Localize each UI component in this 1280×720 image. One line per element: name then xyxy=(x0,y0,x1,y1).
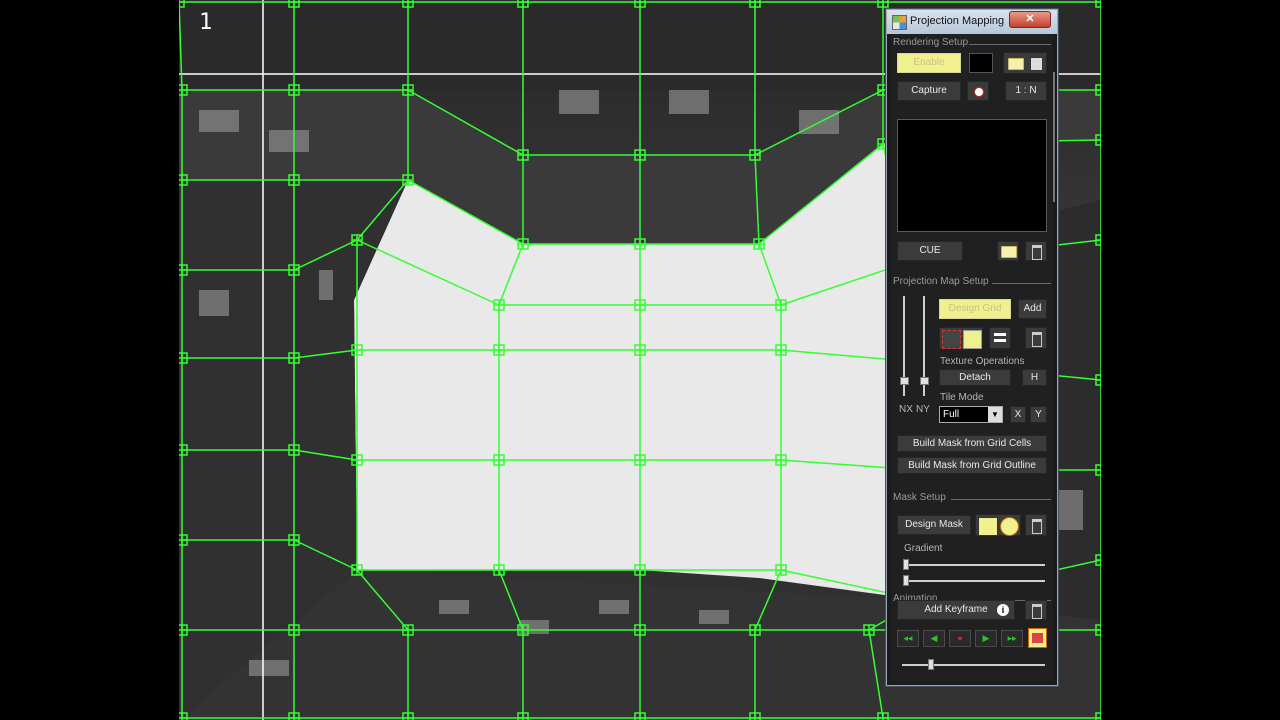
mask-delete-button[interactable] xyxy=(1025,514,1047,536)
tile-mode-value: Full xyxy=(943,409,960,420)
cue-delete-button[interactable] xyxy=(1025,241,1047,261)
build-mask-outline-button[interactable]: Build Mask from Grid Outline xyxy=(897,457,1047,474)
ny-slider-knob[interactable] xyxy=(920,377,929,385)
info-icon: i xyxy=(997,604,1009,616)
texture-ops-label: Texture Operations xyxy=(940,356,1025,367)
node-move-icon[interactable] xyxy=(963,330,982,349)
capture-button[interactable]: Capture xyxy=(897,81,961,101)
design-grid-button[interactable]: Design Grid xyxy=(939,299,1011,319)
record-button[interactable] xyxy=(967,81,989,101)
grid-equalize-button[interactable] xyxy=(989,327,1011,349)
panel-scrollbar[interactable] xyxy=(1053,72,1055,202)
record-keyframe-button[interactable]: ● xyxy=(949,630,971,647)
fast-forward-button[interactable]: ▸▸ xyxy=(1001,630,1023,647)
close-button[interactable]: ✕ xyxy=(1009,11,1051,28)
folder-icon xyxy=(1001,246,1017,258)
grid-delete-button[interactable] xyxy=(1025,327,1047,349)
section-divider xyxy=(992,283,1051,284)
folder-icon[interactable] xyxy=(1008,58,1024,70)
ny-label: NY xyxy=(916,404,930,415)
build-mask-cells-button[interactable]: Build Mask from Grid Cells xyxy=(897,435,1047,452)
loop-toggle[interactable] xyxy=(1028,628,1047,648)
add-grid-button[interactable]: Add xyxy=(1018,299,1047,319)
chevron-down-icon[interactable]: ▼ xyxy=(988,407,1002,422)
trash-icon xyxy=(1032,332,1042,347)
step-back-button[interactable]: ◀ xyxy=(923,630,945,647)
panel-body: Rendering Setup Enable Capture 1 : N CUE… xyxy=(891,34,1055,682)
enable-button[interactable]: Enable xyxy=(897,53,961,73)
rewind-button[interactable]: ◂◂ xyxy=(897,630,919,647)
gradient-slider-2[interactable] xyxy=(905,580,1045,582)
tile-mode-label: Tile Mode xyxy=(940,392,984,403)
trash-icon xyxy=(1032,245,1042,260)
detach-button[interactable]: Detach xyxy=(939,369,1011,386)
file-tools xyxy=(1003,52,1047,74)
node-select-icon[interactable] xyxy=(942,330,961,349)
mask-tools xyxy=(975,514,1021,536)
cue-button[interactable]: CUE xyxy=(897,241,963,261)
play-button[interactable]: ▶ xyxy=(975,630,997,647)
timeline-slider[interactable] xyxy=(902,664,1045,666)
window-titlebar[interactable]: Projection Mapping ✕ xyxy=(887,10,1057,34)
record-icon xyxy=(974,87,984,97)
tile-x-button[interactable]: X xyxy=(1010,406,1026,423)
window-title: Projection Mapping xyxy=(910,15,1005,27)
rendering-setup-header: Rendering Setup xyxy=(893,37,969,48)
gradient-slider-2-knob[interactable] xyxy=(903,575,909,586)
section-divider xyxy=(969,44,1051,45)
app-icon xyxy=(892,15,907,30)
trash-icon xyxy=(1032,604,1042,619)
trash-icon xyxy=(1032,519,1042,534)
gradient-slider-1-knob[interactable] xyxy=(903,559,909,570)
nx-label: NX xyxy=(899,404,913,415)
tile-y-button[interactable]: Y xyxy=(1030,406,1047,423)
viewport-label: 1 xyxy=(199,10,213,35)
design-mask-button[interactable]: Design Mask xyxy=(897,515,971,535)
mask-layers-icon[interactable] xyxy=(978,517,998,536)
timeline-slider-knob[interactable] xyxy=(928,659,934,670)
mask-setup-header: Mask Setup xyxy=(893,492,946,503)
equalize-icon xyxy=(994,333,1006,336)
tile-mode-select[interactable]: Full ▼ xyxy=(939,406,1003,423)
grid-tools xyxy=(939,327,983,349)
keyframe-delete-button[interactable] xyxy=(1025,600,1047,620)
capture-preview xyxy=(897,119,1047,232)
nx-slider-knob[interactable] xyxy=(900,377,909,385)
gradient-slider-1[interactable] xyxy=(905,564,1045,566)
section-divider xyxy=(951,499,1051,500)
gradient-label: Gradient xyxy=(904,543,943,554)
loop-icon xyxy=(1032,633,1043,643)
add-keyframe-button[interactable]: Add Keyframe i xyxy=(897,600,1015,620)
mask-globe-icon[interactable] xyxy=(1000,517,1019,536)
projection-map-setup-header: Projection Map Setup xyxy=(893,276,989,287)
ratio-button[interactable]: 1 : N xyxy=(1005,81,1047,101)
h-button[interactable]: H xyxy=(1022,369,1047,386)
save-icon[interactable] xyxy=(1030,57,1043,71)
projection-mapping-window: Projection Mapping ✕ Rendering Setup Ena… xyxy=(886,9,1058,686)
cue-folder-button[interactable] xyxy=(997,241,1019,261)
color-swatch[interactable] xyxy=(969,53,993,73)
add-keyframe-label: Add Keyframe xyxy=(924,604,988,615)
